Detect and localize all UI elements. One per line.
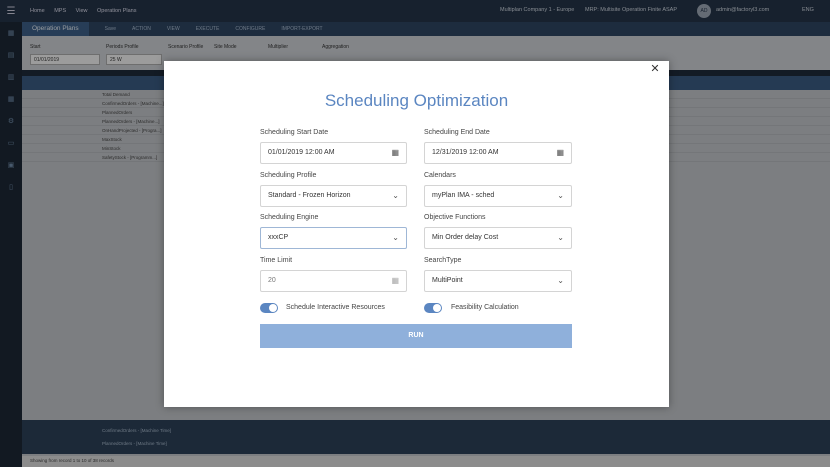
calendars-value: myPlan IMA - sched <box>432 192 495 199</box>
calendar-icon[interactable]: ▦ <box>391 143 399 163</box>
profile-select[interactable]: Standard - Frozen Horizon ⌄ <box>260 185 407 207</box>
objective-label: Objective Functions <box>424 214 486 221</box>
feasibility-toggle[interactable] <box>424 303 442 313</box>
interactive-resources-label: Schedule Interactive Resources <box>286 304 385 311</box>
end-date-value: 12/31/2019 12:00 AM <box>432 149 499 156</box>
calendar-icon: ▦ <box>391 276 399 285</box>
engine-select[interactable]: xxxCP ⌄ <box>260 227 407 249</box>
search-type-select[interactable]: MultiPoint ⌄ <box>424 270 572 292</box>
chevron-down-icon: ⌄ <box>557 233 564 242</box>
interactive-resources-toggle[interactable] <box>260 303 278 313</box>
engine-label: Scheduling Engine <box>260 214 319 221</box>
calendars-label: Calendars <box>424 172 456 179</box>
chevron-down-icon: ⌄ <box>557 276 564 285</box>
close-icon[interactable]: ✕ <box>648 62 662 76</box>
end-date-label: Scheduling End Date <box>424 129 490 136</box>
time-limit-label: Time Limit <box>260 257 293 264</box>
time-limit-input[interactable]: 20 ▦ <box>260 270 407 292</box>
calendars-select[interactable]: myPlan IMA - sched ⌄ <box>424 185 572 207</box>
engine-value: xxxCP <box>268 234 289 241</box>
profile-label: Scheduling Profile <box>260 172 317 179</box>
dialog-title: Scheduling Optimization <box>324 91 509 110</box>
chevron-down-icon: ⌄ <box>557 191 564 200</box>
start-date-field[interactable]: 01/01/2019 12:00 AM ▦ <box>260 142 407 164</box>
chevron-down-icon: ⌄ <box>392 191 399 200</box>
start-date-value: 01/01/2019 12:00 AM <box>268 149 335 156</box>
end-date-field[interactable]: 12/31/2019 12:00 AM ▦ <box>424 142 572 164</box>
run-button[interactable]: RUN <box>260 324 572 348</box>
objective-value: Min Order delay Cost <box>432 234 499 241</box>
chevron-down-icon: ⌄ <box>392 233 399 242</box>
start-date-label: Scheduling Start Date <box>260 129 329 136</box>
feasibility-label: Feasibility Calculation <box>451 304 519 311</box>
profile-value: Standard - Frozen Horizon <box>268 192 351 199</box>
scheduling-optimization-dialog: ✕ Scheduling Optimization Scheduling Sta… <box>164 61 669 407</box>
search-type-value: MultiPoint <box>432 277 463 284</box>
objective-select[interactable]: Min Order delay Cost ⌄ <box>424 227 572 249</box>
time-limit-value: 20 <box>268 277 276 284</box>
calendar-icon[interactable]: ▦ <box>556 143 564 163</box>
search-type-label: SearchType <box>424 257 462 264</box>
